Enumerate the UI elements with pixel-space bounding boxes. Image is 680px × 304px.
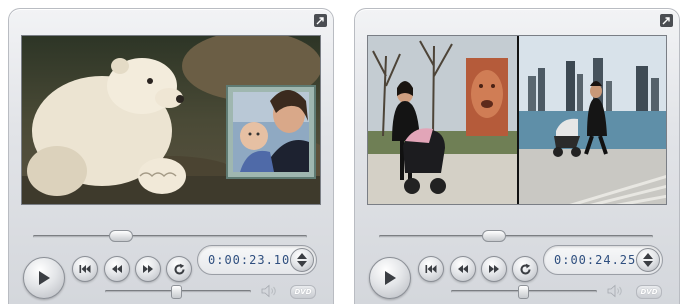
spinner-down-arrow-icon[interactable]: [643, 261, 653, 267]
scrubber-track[interactable]: [379, 235, 653, 238]
go-to-start-button[interactable]: [418, 256, 444, 282]
loop-button[interactable]: [512, 256, 538, 282]
fast-forward-button[interactable]: [481, 256, 507, 282]
fast-forward-icon: [143, 265, 153, 273]
player-right: 0:00:24.25 DVD: [354, 8, 680, 304]
skip-back-icon: [425, 265, 437, 273]
spinner-up-arrow-icon[interactable]: [297, 253, 307, 259]
timecode-spinner[interactable]: [636, 248, 660, 272]
fast-forward-button[interactable]: [135, 256, 161, 282]
video-preview: [21, 35, 321, 205]
timecode-value: 0:00:23.10: [208, 253, 291, 267]
spinner-up-arrow-icon[interactable]: [643, 253, 653, 259]
play-icon: [39, 271, 50, 285]
detach-arrow-icon[interactable]: [314, 14, 327, 27]
split-screen-scene: [368, 36, 666, 204]
skip-back-icon: [79, 265, 91, 273]
scrubber-handle[interactable]: [109, 230, 133, 242]
play-button[interactable]: [23, 257, 65, 299]
dvd-badge[interactable]: DVD: [290, 285, 316, 299]
rewind-button[interactable]: [450, 256, 476, 282]
speaker-icon[interactable]: [261, 284, 277, 298]
timecode-value: 0:00:24.25: [554, 253, 637, 267]
speaker-icon[interactable]: [607, 284, 623, 298]
player-left: 0:00:23.10 DVD: [8, 8, 334, 304]
dvd-badge[interactable]: DVD: [636, 285, 662, 299]
polar-bear-scene: [22, 36, 320, 204]
rewind-icon: [458, 265, 468, 273]
rewind-icon: [112, 265, 122, 273]
video-preview: [367, 35, 667, 205]
timecode-display[interactable]: 0:00:24.25: [543, 245, 663, 275]
play-button[interactable]: [369, 257, 411, 299]
loop-button[interactable]: [166, 256, 192, 282]
go-to-start-button[interactable]: [72, 256, 98, 282]
timecode-spinner[interactable]: [290, 248, 314, 272]
timecode-display[interactable]: 0:00:23.10: [197, 245, 317, 275]
detach-arrow-icon[interactable]: [660, 14, 673, 27]
volume-handle[interactable]: [171, 285, 182, 299]
rewind-button[interactable]: [104, 256, 130, 282]
scrubber-handle[interactable]: [482, 230, 506, 242]
loop-icon: [174, 263, 184, 274]
loop-icon: [520, 263, 530, 274]
volume-handle[interactable]: [518, 285, 529, 299]
fast-forward-icon: [489, 265, 499, 273]
scrubber-track[interactable]: [33, 235, 307, 238]
play-icon: [385, 271, 396, 285]
spinner-down-arrow-icon[interactable]: [297, 261, 307, 267]
